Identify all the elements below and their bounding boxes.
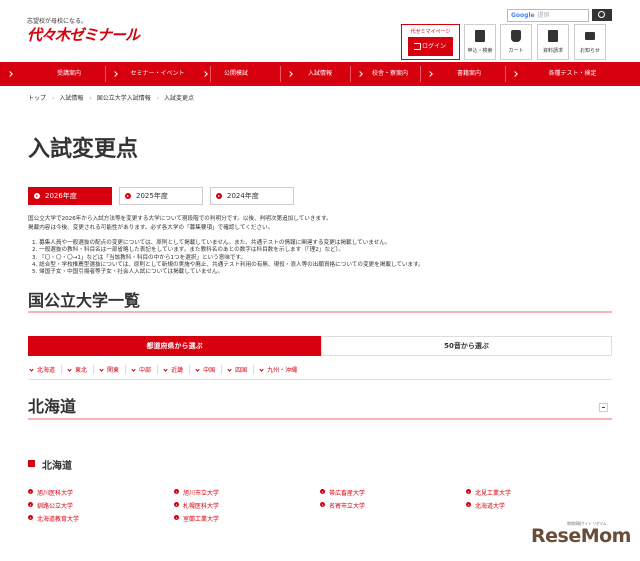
login-button[interactable]: ログイン (408, 37, 453, 56)
page-title: 入試変更点 (28, 137, 139, 162)
tab-2024-label: 2024年度 (227, 192, 259, 200)
region-link-shikoku[interactable]: 四国 (221, 365, 253, 374)
document-icon (475, 30, 485, 42)
chevron-down-icon (195, 367, 200, 372)
region-link-chubu[interactable]: 中部 (125, 365, 157, 374)
chevron-down-icon (67, 367, 72, 372)
regions-divider (28, 379, 612, 380)
region-link-hokkaido[interactable]: 北海道 (28, 365, 61, 374)
breadcrumb: トップ › 入試情報 › 国公立大学入試情報 › 入試変更点 (28, 95, 195, 102)
nav-item-mock-exams[interactable]: 公開模試 (195, 62, 277, 86)
chevron-down-icon (259, 367, 264, 372)
area-divider (28, 418, 612, 420)
chevron-down-icon (131, 367, 136, 372)
university-link[interactable]: 北見工業大学 (466, 488, 511, 497)
chevron-down-icon (99, 367, 104, 372)
arrow-circle-icon (125, 193, 131, 199)
university-link[interactable]: 名寄市立大学 (320, 501, 365, 510)
site-logo[interactable]: 代々木ゼミナール (27, 24, 140, 45)
university-link[interactable]: 旭川市立大学 (174, 488, 219, 497)
nav-item-books[interactable]: 書籍案内 (420, 62, 518, 86)
cart-button[interactable]: カート (500, 24, 532, 60)
news-button[interactable]: お知らせ (574, 24, 606, 60)
intro-text: 国公立大学で2026年から入試方法等を変更する大学について現段階での判明分です。… (28, 215, 618, 233)
tab-2024[interactable]: 2024年度 (210, 187, 294, 205)
area-title: 北海道 (28, 397, 77, 416)
note-item: 5. 帰国子女・中国引揚者等子女・社会人入試については掲載していません。 (32, 269, 224, 276)
tab-2026-label: 2026年度 (45, 192, 77, 200)
chevron-down-icon (163, 367, 168, 372)
tab-by-prefecture[interactable]: 都道府県から選ぶ (28, 336, 321, 356)
cart-label: カート (508, 48, 524, 54)
brochure-button[interactable]: 資料請求 (537, 24, 569, 60)
region-link-kyushu[interactable]: 九州・沖縄 (253, 365, 303, 374)
apply-search-label: 申込・検索 (467, 48, 493, 54)
section-title: 国公立大学一覧 (28, 291, 141, 310)
note-item: 2. 一般選抜の教科・科目名は一部省略した表記をしています。また教科名のあとの数… (32, 247, 344, 254)
mail-icon (585, 32, 595, 40)
brochure-label: 資料請求 (542, 48, 563, 54)
apply-search-button[interactable]: 申込・検索 (464, 24, 496, 60)
university-link[interactable]: 札幌医科大学 (174, 501, 219, 510)
watermark-tagline: 教育情報サイト リセマム (567, 521, 607, 526)
news-label: お知らせ (580, 48, 600, 54)
notes-list: 1. 募集人員や一般選抜の配点の変更については、原則として掲載していません。また… (32, 240, 622, 276)
university-link[interactable]: 帯広畜産大学 (320, 488, 365, 497)
tab-by-kana[interactable]: 50音から選ぶ (321, 336, 612, 356)
book-icon (548, 30, 558, 42)
mypage-box: 代ゼミマイページ ログイン (401, 24, 460, 60)
university-link[interactable]: 北海道大学 (466, 501, 505, 510)
search-button[interactable] (592, 9, 612, 21)
region-link-tohoku[interactable]: 東北 (61, 365, 93, 374)
cart-icon (511, 30, 521, 42)
region-link-chugoku[interactable]: 中国 (189, 365, 221, 374)
search-placeholder: 提供 (537, 12, 550, 19)
breadcrumb-exam-info[interactable]: 入試情報 (59, 95, 83, 102)
mypage-title: 代ゼミマイページ (410, 29, 451, 35)
section-divider (28, 311, 612, 313)
prefecture-heading: 北海道 (28, 457, 72, 472)
nav-item-campus[interactable]: 校舎・寮案内 (350, 62, 430, 86)
tab-2025-label: 2025年度 (136, 192, 168, 200)
region-link-kanto[interactable]: 関東 (93, 365, 125, 374)
region-link-kinki[interactable]: 近畿 (157, 365, 189, 374)
region-links: 北海道 東北 関東 中部 近畿 中国 四国 九州・沖縄 (28, 365, 303, 377)
login-label: ログイン (421, 43, 446, 50)
login-icon (414, 43, 421, 50)
search-input[interactable]: Google 提供 (507, 9, 589, 22)
intro-line: 掲載内容は今後、変更される可能性があります。必ず各大学の「募集要項」で確認してく… (28, 225, 274, 231)
intro-line: 国公立大学で2026年から入試方法等を変更する大学について現段階での判明分です。… (28, 216, 332, 222)
university-link[interactable]: 旭川医科大学 (28, 488, 73, 497)
breadcrumb-home[interactable]: トップ (28, 95, 46, 102)
arrow-circle-icon (216, 193, 222, 199)
watermark-text: ReseMom (531, 525, 631, 547)
chevron-down-icon (227, 367, 232, 372)
arrow-circle-icon (34, 193, 40, 199)
breadcrumb-current: 入試変更点 (164, 95, 195, 102)
tab-2025[interactable]: 2025年度 (119, 187, 203, 205)
nav-item-tests[interactable]: 各種テスト・検定 (505, 62, 640, 86)
tab-2026[interactable]: 2026年度 (28, 187, 112, 205)
google-label: Google (511, 12, 535, 19)
university-link[interactable]: 北海道教育大学 (28, 514, 79, 523)
breadcrumb-national-exam[interactable]: 国公立大学入試情報 (97, 95, 151, 102)
note-item: 3. 「〇・〇・〇→1」などは「当該教科・科目の中から1つを選択」という意味です… (32, 254, 247, 261)
main-nav: 受講案内 セミナー・イベント 公開模試 入試情報 校舎・寮案内 書籍案内 各種テ… (0, 62, 640, 86)
watermark-logo: ReseMom 教育情報サイト リセマム (531, 521, 631, 547)
nav-item-exam-info[interactable]: 入試情報 (280, 62, 360, 86)
university-link[interactable]: 室蘭工業大学 (174, 514, 219, 523)
chevron-down-icon (29, 367, 34, 372)
university-link[interactable]: 釧路公立大学 (28, 501, 73, 510)
site-header: 志望校が母校になる。 代々木ゼミナール Google 提供 代ゼミマイページ ログ… (0, 0, 640, 62)
collapse-icon[interactable] (599, 403, 608, 412)
